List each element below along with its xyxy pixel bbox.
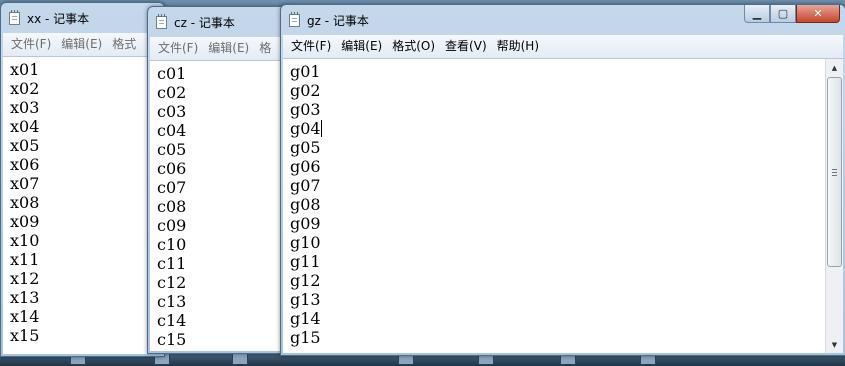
menu-bar: 文件(F) 编辑(E) 格式(O) 查看(V) 帮助(H) (283, 35, 843, 59)
window-title: cz - 记事本 (174, 16, 235, 30)
notepad-icon (156, 14, 167, 29)
menu-file[interactable]: 文件(F) (6, 33, 56, 56)
text-line: c07 (157, 178, 187, 197)
text-line: g12 (290, 271, 321, 290)
text-line: c03 (157, 102, 187, 121)
close-button[interactable]: ✕ (796, 5, 840, 23)
text-lines: x01 x02 x03 x04 x05 x06 x07 x08 x09 x10 … (10, 60, 39, 345)
text-line: g04 (290, 119, 322, 138)
text-line: c12 (157, 273, 187, 292)
text-line: x03 (10, 98, 40, 117)
notepad-window-gz[interactable]: gz - 记事本 ▁ ▢ ✕ 文件(F) 编辑(E) 格式(O) 查看(V) 帮助(H)… (280, 4, 845, 356)
scrollbar-thumb[interactable] (827, 77, 842, 267)
text-line: c14 (157, 311, 187, 330)
text-area[interactable]: g01 g02 g03 g04 g05 g06 g07 g08 g09 g10 … (283, 59, 843, 353)
text-line: g15 (290, 328, 321, 347)
text-line: c01 (157, 64, 187, 83)
text-line: g02 (290, 81, 321, 100)
text-area[interactable]: c01 c02 c03 c04 c05 c06 c07 c08 c09 c10 … (150, 61, 288, 351)
text-line: g10 (290, 233, 321, 252)
text-line: x11 (10, 250, 40, 269)
window-controls: ▁ ▢ ✕ (744, 5, 840, 23)
window-title: xx - 记事本 (27, 12, 90, 26)
close-icon: ✕ (813, 7, 823, 20)
text-line: g13 (290, 290, 321, 309)
text-line: c10 (157, 235, 187, 254)
text-line: x02 (10, 79, 40, 98)
text-line: x07 (10, 174, 40, 193)
text-line: g08 (290, 195, 321, 214)
menu-edit[interactable]: 编辑(E) (203, 37, 254, 60)
text-line: c13 (157, 292, 187, 311)
text-line: g03 (290, 100, 321, 119)
text-caret (320, 120, 322, 137)
menu-bar: 文件(F) 编辑(E) 格 (150, 37, 288, 61)
text-line: x08 (10, 193, 40, 212)
scroll-up-arrow-icon[interactable]: ▲ (826, 59, 843, 76)
text-line: g06 (290, 157, 321, 176)
text-line: c08 (157, 197, 187, 216)
text-line: c02 (157, 83, 187, 102)
text-line: g14 (290, 309, 321, 328)
text-line: x04 (10, 117, 40, 136)
text-line: x12 (10, 269, 40, 288)
notepad-icon (9, 10, 20, 25)
text-line: g05 (290, 138, 321, 157)
menu-format[interactable]: 格式(O) (387, 35, 440, 58)
text-line: g09 (290, 214, 321, 233)
title-bar[interactable]: xx - 记事本 (1, 3, 164, 32)
text-line: g01 (290, 62, 321, 81)
menu-edit[interactable]: 编辑(E) (336, 35, 387, 58)
text-line: g11 (290, 252, 321, 271)
menu-bar: 文件(F) 编辑(E) 格式 (3, 33, 162, 57)
text-line: x10 (10, 231, 40, 250)
menu-file[interactable]: 文件(F) (286, 35, 336, 58)
text-line: c05 (157, 140, 187, 159)
text-line: c06 (157, 159, 187, 178)
text-line: g07 (290, 176, 321, 195)
text-line: x06 (10, 155, 40, 174)
grip-icon (832, 169, 837, 176)
title-bar[interactable]: cz - 记事本 (148, 7, 290, 36)
text-line: c09 (157, 216, 187, 235)
menu-file[interactable]: 文件(F) (153, 37, 203, 60)
text-lines: g01 g02 g03 g04 g05 g06 g07 g08 g09 g10 … (290, 62, 322, 347)
text-line: c04 (157, 121, 187, 140)
menu-edit[interactable]: 编辑(E) (56, 33, 107, 56)
text-line: x05 (10, 136, 40, 155)
text-lines: c01 c02 c03 c04 c05 c06 c07 c08 c09 c10 … (157, 64, 186, 349)
text-line: c11 (157, 254, 187, 273)
menu-view[interactable]: 查看(V) (440, 35, 492, 58)
text-line: x13 (10, 288, 40, 307)
text-line: x15 (10, 326, 40, 345)
title-bar[interactable]: gz - 记事本 ▁ ▢ ✕ (281, 5, 845, 34)
notepad-icon (289, 12, 300, 27)
menu-help[interactable]: 帮助(H) (492, 35, 544, 58)
scroll-down-arrow-icon[interactable]: ▼ (826, 336, 843, 353)
minimize-button[interactable]: ▁ (744, 5, 770, 23)
minimize-icon: ▁ (752, 7, 762, 20)
maximize-button[interactable]: ▢ (770, 5, 796, 23)
menu-format[interactable]: 格 (254, 37, 276, 60)
text-line: x01 (10, 60, 40, 79)
vertical-scrollbar[interactable]: ▲ ▼ (825, 59, 843, 353)
window-title: gz - 记事本 (307, 14, 369, 28)
notepad-window-xx[interactable]: xx - 记事本 文件(F) 编辑(E) 格式 x01 x02 x03 x04 x0… (0, 2, 165, 357)
menu-format[interactable]: 格式 (107, 33, 141, 56)
notepad-window-cz[interactable]: cz - 记事本 文件(F) 编辑(E) 格 c01 c02 c03 c04 c05… (147, 6, 291, 354)
text-line: c15 (157, 330, 187, 349)
maximize-icon: ▢ (777, 7, 789, 20)
text-line: x09 (10, 212, 40, 231)
text-area[interactable]: x01 x02 x03 x04 x05 x06 x07 x08 x09 x10 … (3, 57, 162, 354)
text-line: x14 (10, 307, 40, 326)
